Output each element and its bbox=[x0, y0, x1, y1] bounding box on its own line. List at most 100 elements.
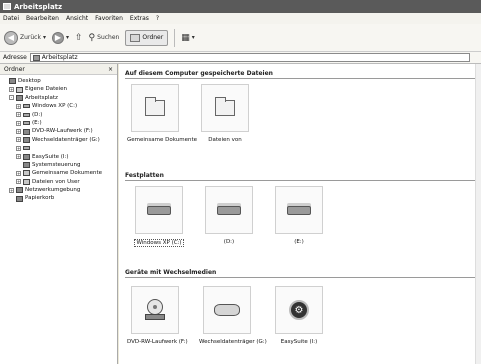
hard-drive-icon bbox=[217, 205, 241, 215]
collapse-icon[interactable]: - bbox=[9, 95, 14, 101]
folder-up-icon: ⇧ bbox=[75, 32, 83, 43]
dvd-drive-icon bbox=[145, 299, 165, 321]
tree-item-label: DVD-RW-Laufwerk (F:) bbox=[32, 128, 93, 135]
disc-hole bbox=[153, 305, 157, 309]
tile-box bbox=[131, 84, 179, 132]
tile-dvd-f[interactable]: DVD-RW-Laufwerk (F:) bbox=[127, 286, 188, 345]
tile-easysuite-i[interactable]: ⚙ EasySuite (I:) bbox=[271, 286, 327, 345]
tile-label: Wechseldatenträger (G:) bbox=[199, 339, 267, 345]
folder-tree: Desktop + Eigene Dateien - Arbeitsplatz + Wind… bbox=[0, 75, 117, 203]
toolbar-separator bbox=[174, 28, 176, 47]
tile-box bbox=[201, 84, 249, 132]
computer-icon bbox=[32, 54, 40, 61]
expand-icon[interactable]: + bbox=[16, 145, 21, 151]
tree-item[interactable]: + EasySuite (I:) bbox=[0, 153, 117, 161]
tile-removable-g[interactable]: Wechseldatenträger (G:) bbox=[199, 286, 267, 345]
tree-item-label: Desktop bbox=[18, 78, 41, 84]
tree-item[interactable]: Papierkorb bbox=[0, 194, 117, 202]
tree-item[interactable]: + (D:) bbox=[0, 111, 117, 119]
tile-label: (D:) bbox=[223, 239, 235, 245]
expand-icon[interactable]: + bbox=[9, 187, 14, 193]
folders-pane-header: Ordner × bbox=[0, 64, 117, 75]
expand-icon[interactable]: + bbox=[16, 129, 21, 135]
tree-item[interactable]: Systemsteuerung bbox=[0, 161, 117, 169]
tree-item-label: Netzwerkumgebung bbox=[25, 187, 81, 194]
folder-icon bbox=[23, 170, 30, 177]
views-icon: ▦ bbox=[181, 32, 190, 43]
tree-item-label: Papierkorb bbox=[25, 195, 55, 202]
tree-item[interactable]: + Gemeinsame Dokumente bbox=[0, 169, 117, 177]
tile-shared-documents[interactable]: Gemeinsame Dokumente bbox=[127, 84, 197, 143]
tree-item[interactable]: + DVD-RW-Laufwerk (F:) bbox=[0, 127, 117, 135]
tile-label: Windows XP (C:) bbox=[134, 239, 184, 247]
tree-item[interactable]: + Dateien von User bbox=[0, 178, 117, 186]
tree-item[interactable]: + Wechseldatenträger (G:) bbox=[0, 136, 117, 144]
tile-label: (E:) bbox=[294, 239, 304, 245]
tree-item[interactable]: - Arbeitsplatz bbox=[0, 94, 117, 102]
tree-item[interactable]: Desktop bbox=[0, 77, 117, 85]
expand-icon[interactable]: + bbox=[16, 120, 21, 126]
expand-icon[interactable]: + bbox=[16, 154, 21, 160]
views-button[interactable]: ▦ ▾ bbox=[181, 33, 195, 43]
folder-icon bbox=[215, 97, 235, 116]
drive-icon bbox=[23, 121, 30, 126]
up-button[interactable]: ⇧ bbox=[75, 33, 83, 43]
expand-icon[interactable]: + bbox=[16, 170, 21, 176]
menu-favorites[interactable]: Favoriten bbox=[95, 15, 123, 22]
tile-box bbox=[135, 186, 183, 234]
vertical-scrollbar[interactable] bbox=[475, 64, 481, 364]
tile-drive-d[interactable]: (D:) bbox=[201, 186, 257, 245]
drive-base bbox=[145, 314, 165, 320]
tree-item-label: (D:) bbox=[32, 111, 43, 118]
address-bar: Adresse Arbeitsplatz bbox=[0, 52, 481, 64]
chevron-down-icon: ▾ bbox=[42, 34, 46, 41]
tree-item[interactable]: + bbox=[0, 144, 117, 152]
chevron-down-icon: ▾ bbox=[65, 34, 69, 41]
menu-file[interactable]: Datei bbox=[3, 15, 19, 22]
tile-box bbox=[205, 186, 253, 234]
tree-item[interactable]: + Windows XP (C:) bbox=[0, 102, 117, 110]
section-disks-header: Festplatten bbox=[125, 172, 475, 181]
tile-drive-c[interactable]: Windows XP (C:) bbox=[131, 186, 187, 247]
folders-icon bbox=[130, 33, 141, 42]
expand-icon[interactable]: + bbox=[16, 103, 21, 109]
tile-label: EasySuite (I:) bbox=[280, 339, 318, 345]
tree-item[interactable]: + Eigene Dateien bbox=[0, 85, 117, 93]
back-button[interactable]: ◀ Zurück ▾ bbox=[4, 30, 46, 45]
expand-icon[interactable]: + bbox=[16, 179, 21, 185]
tree-item-label: Systemsteuerung bbox=[32, 161, 81, 168]
tree-item-label: Windows XP (C:) bbox=[32, 103, 78, 110]
menu-help[interactable]: ? bbox=[156, 15, 159, 22]
expand-icon[interactable]: + bbox=[9, 87, 14, 93]
tree-item-label: Dateien von User bbox=[32, 178, 80, 185]
tile-user-files[interactable]: Dateien von bbox=[197, 84, 253, 143]
tile-drive-e[interactable]: (E:) bbox=[271, 186, 327, 245]
folders-pane: Ordner × Desktop + Eigene Dateien - Arbeitsp… bbox=[0, 64, 118, 364]
tree-item-label: Arbeitsplatz bbox=[25, 94, 58, 101]
section-files-header: Auf diesem Computer gespeicherte Dateien bbox=[125, 70, 475, 79]
search-button[interactable]: ⚲ Suchen bbox=[89, 33, 120, 43]
folder-icon bbox=[23, 178, 30, 185]
expand-icon[interactable]: + bbox=[16, 137, 21, 143]
computer-icon bbox=[3, 3, 11, 10]
tile-label: Gemeinsame Dokumente bbox=[127, 137, 197, 143]
close-icon[interactable]: × bbox=[108, 66, 113, 73]
title-bar[interactable]: Arbeitsplatz bbox=[0, 0, 481, 13]
tree-item-label: Wechseldatenträger (G:) bbox=[32, 136, 100, 143]
address-field[interactable]: Arbeitsplatz bbox=[29, 53, 470, 62]
forward-button[interactable]: ▶ ▾ bbox=[51, 31, 69, 44]
tile-label: DVD-RW-Laufwerk (F:) bbox=[127, 339, 188, 345]
expand-icon[interactable]: + bbox=[16, 112, 21, 118]
trash-icon bbox=[16, 195, 23, 202]
menu-view[interactable]: Ansicht bbox=[66, 15, 88, 22]
drive-icon bbox=[23, 146, 30, 151]
tree-item[interactable]: + Netzwerkumgebung bbox=[0, 186, 117, 194]
tree-item[interactable]: + (E:) bbox=[0, 119, 117, 127]
menu-edit[interactable]: Bearbeiten bbox=[26, 15, 59, 22]
menu-tools[interactable]: Extras bbox=[130, 15, 149, 22]
folders-button[interactable]: Ordner bbox=[125, 29, 169, 46]
content-pane: Auf diesem Computer gespeicherte Dateien… bbox=[119, 64, 481, 364]
